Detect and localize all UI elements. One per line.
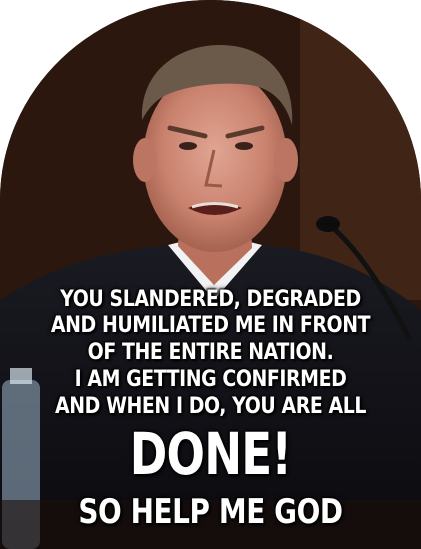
caption-line-2: AND HUMILIATED ME IN FRONT	[50, 313, 371, 338]
caption-line-5: AND WHEN I DO, YOU ARE ALL	[55, 394, 366, 419]
caption-line-so-help-me-god: SO HELP ME GOD	[78, 492, 343, 532]
left-eye	[179, 142, 197, 150]
right-eye	[235, 142, 253, 150]
caption-line-done: DONE!	[129, 420, 292, 488]
caption-line-4: I AM GETTING CONFIRMED	[74, 367, 347, 392]
meme-canvas: YOU SLANDERED, DEGRADED AND HUMILIATED M…	[0, 0, 421, 549]
microphone-head	[316, 216, 340, 232]
left-ear	[133, 138, 157, 182]
caption-line-3: OF THE ENTIRE NATION.	[87, 340, 334, 365]
right-ear	[274, 138, 298, 182]
caption-line-1: YOU SLANDERED, DEGRADED	[60, 287, 361, 312]
